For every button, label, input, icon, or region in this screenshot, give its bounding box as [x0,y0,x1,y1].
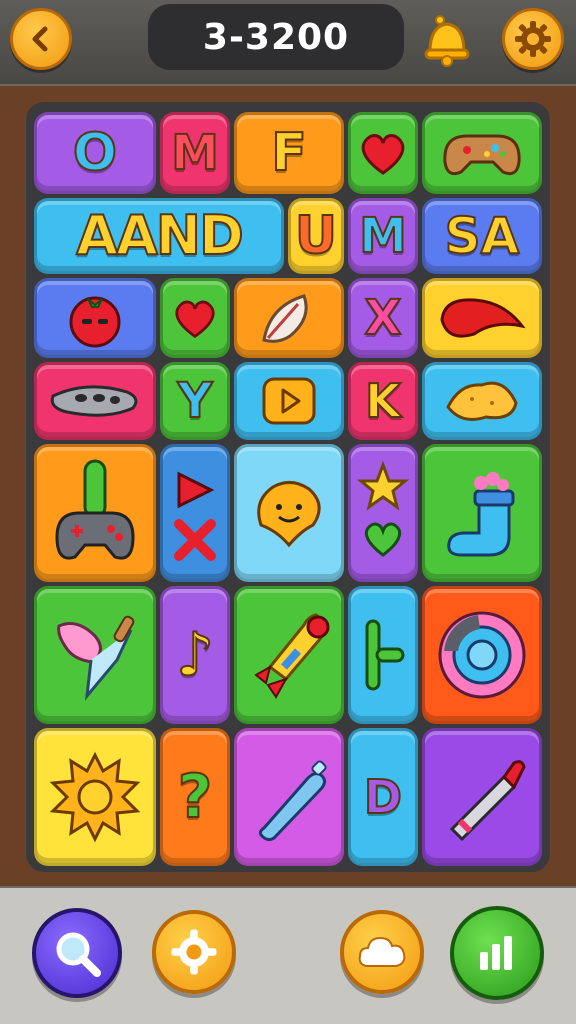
level-indicator: 3-3200 [148,4,404,70]
tile-letter-m[interactable]: M [160,112,230,194]
bottle-icon [258,760,327,842]
tile-chips[interactable] [422,362,542,440]
donut-gear-icon [438,611,526,699]
tile-play[interactable] [234,362,344,440]
cloud-button[interactable] [340,910,424,994]
tile-letter-k[interactable]: K [348,362,418,440]
cloud-icon [358,936,406,967]
play-icon [262,377,316,425]
ocarina-icon [50,385,138,417]
tile-star-heart[interactable] [348,444,418,582]
tile-chili-pepper[interactable] [422,278,542,358]
chips-icon [446,381,518,421]
smiley-blob-icon [257,481,321,548]
pipe-icon [365,619,405,691]
search-icon [56,932,101,977]
tile-smiley-blob[interactable] [234,444,344,582]
tile-music-note[interactable]: ♪ [160,586,230,724]
leaf-icon [262,294,308,343]
cookie-controller-icon [443,134,521,176]
sun-icon [49,751,141,843]
settings-button[interactable] [502,8,564,70]
tile-bottle[interactable] [234,728,344,866]
tile-ocarina[interactable] [34,362,156,440]
tile-letter-x[interactable]: X [348,278,418,358]
tile-heart-2[interactable] [160,278,230,358]
tile-cookie-controller[interactable] [422,112,542,194]
tile-letter-d[interactable]: D [348,728,418,866]
tile-letter-m-2[interactable]: M [348,198,418,274]
tile-plunger[interactable] [34,586,156,724]
tile-letter-y[interactable]: Y [160,362,230,440]
tile-pipe[interactable] [348,586,418,724]
plunger-icon [57,615,135,701]
back-arrow-icon [32,26,48,52]
tile-shapes[interactable] [160,444,230,582]
tile-lipstick[interactable] [422,728,542,866]
chili-pepper-icon [440,298,526,338]
lipstick-icon [449,760,526,842]
tile-letter-o[interactable]: O [34,112,156,194]
back-button[interactable] [10,8,72,70]
tomato-icon [69,296,121,348]
heart-icon [361,134,405,175]
tile-sock[interactable] [422,444,542,582]
search-button[interactable] [32,908,122,998]
tile-question[interactable]: ? [160,728,230,866]
heart-icon [175,300,215,339]
tile-word-aand[interactable]: AAND [34,198,284,274]
star-heart-icon [356,460,410,557]
tile-letter-f[interactable]: F [234,112,344,194]
tile-word-sa[interactable]: SA [422,198,542,274]
settings-gear-icon [515,21,551,57]
tile-tomato[interactable] [34,278,156,358]
stats-button[interactable] [450,906,544,1000]
stats-icon [480,936,512,970]
sock-icon [447,472,515,557]
tile-leaf[interactable] [234,278,344,358]
rocket-icon [254,613,330,699]
bell-icon[interactable] [418,8,476,68]
tile-donut-gear[interactable] [422,586,542,724]
gamepad-icon [55,459,135,560]
tile-heart[interactable] [348,112,418,194]
shapes-icon [174,471,216,561]
tile-sun[interactable] [34,728,156,866]
tile-rocket[interactable] [234,586,344,724]
tile-gamepad[interactable] [34,444,156,582]
settings-bottom-button[interactable] [152,910,236,994]
settings-gear-icon [171,929,217,975]
tile-letter-u[interactable]: U [288,198,344,274]
